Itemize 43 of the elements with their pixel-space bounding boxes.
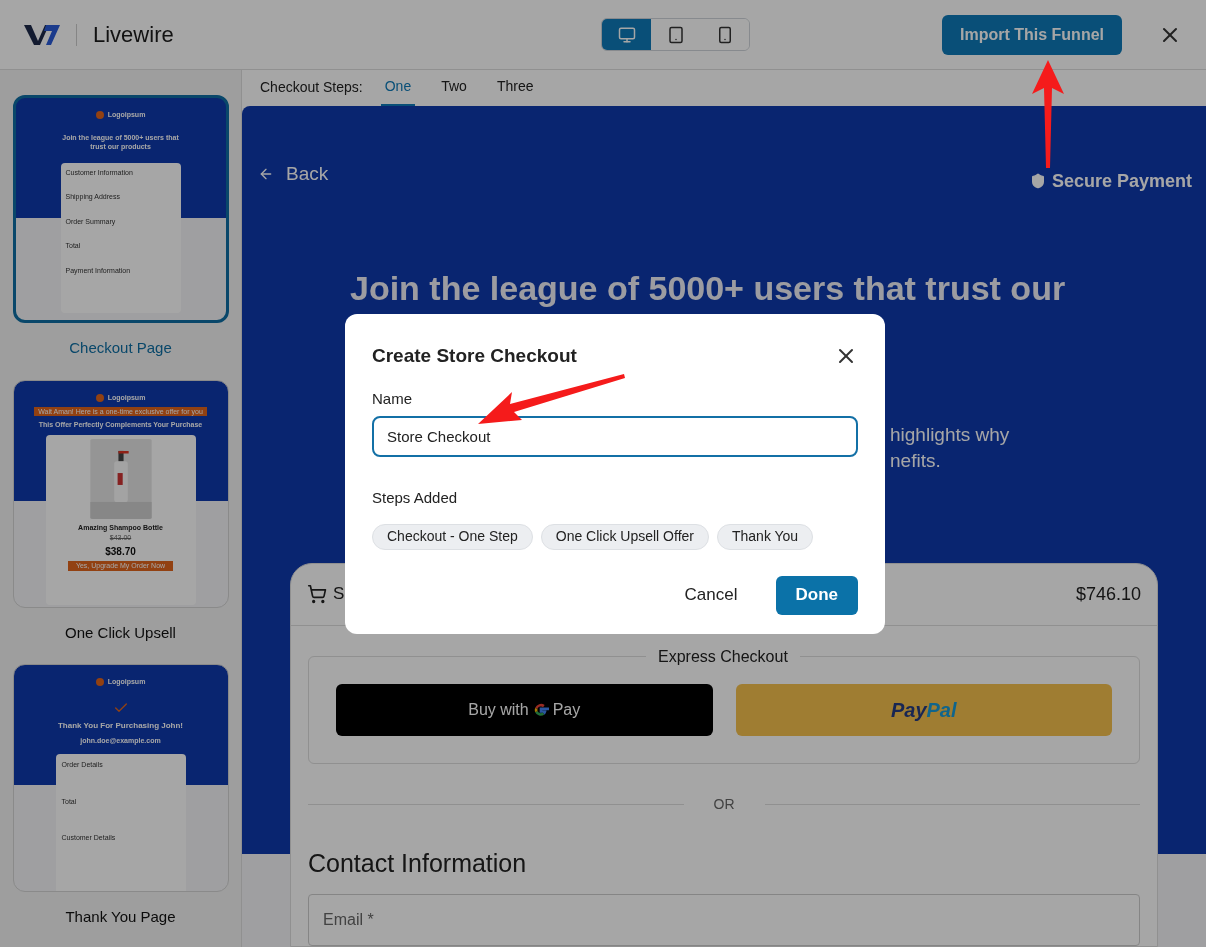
desktop-icon	[617, 25, 636, 44]
back-link[interactable]: Back	[258, 153, 329, 195]
desktop-view-button[interactable]	[602, 19, 651, 50]
step-chip: Checkout - One Step	[372, 523, 533, 550]
steps-label: Checkout Steps:	[260, 78, 363, 98]
or-divider-label: OR	[713, 794, 735, 814]
contact-heading: Contact Information	[308, 847, 528, 879]
step-chip: One Click Upsell Offer	[540, 523, 709, 550]
cart-total: $746.10	[1075, 582, 1141, 606]
done-button[interactable]: Done	[775, 575, 858, 615]
step-tab[interactable]: Three	[492, 70, 538, 106]
cancel-button[interactable]: Cancel	[670, 575, 752, 615]
app-title: Livewire	[93, 21, 174, 49]
paypal-button[interactable]: PayPal	[735, 683, 1112, 736]
template-label[interactable]: Checkout Page	[69, 337, 172, 360]
name-field[interactable]: Store Checkout	[372, 416, 858, 457]
google-g-icon	[532, 701, 549, 718]
tablet-icon	[666, 25, 685, 44]
secure-payment-label: Secure Payment	[1051, 169, 1192, 193]
import-button[interactable]: Import This Funnel	[942, 14, 1122, 55]
cart-title: S	[333, 583, 345, 606]
price: $38.70	[105, 544, 136, 559]
email-field[interactable]: Email *	[308, 894, 1140, 946]
page-heading: Join the league of 5000+ users that trust our	[350, 267, 1067, 309]
back-text: Back	[286, 161, 329, 186]
name-label: Name	[372, 388, 413, 409]
logo-icon	[95, 393, 104, 402]
logo-icon	[24, 22, 60, 47]
thumbnail-heading: Thank You For Purchasing John!	[57, 719, 183, 732]
shield-icon	[1029, 173, 1046, 189]
step-tab[interactable]: Two	[437, 70, 471, 106]
step-chip: Thank You	[717, 523, 814, 550]
template-label[interactable]: Thank You Page	[65, 906, 176, 929]
intro-text: highlights why	[890, 422, 1010, 447]
logo-icon	[95, 111, 104, 120]
steps-added-label: Steps Added	[372, 488, 459, 508]
logo-icon	[95, 678, 104, 687]
google-pay-button[interactable]: Buy with Pay	[336, 683, 713, 736]
template-label[interactable]: One Click Upsell	[65, 621, 176, 644]
arrow-left-icon	[258, 166, 274, 182]
intro-text: nefits.	[890, 448, 941, 473]
cart-icon	[307, 584, 327, 604]
dialog-title: Create Store Checkout	[372, 344, 577, 368]
